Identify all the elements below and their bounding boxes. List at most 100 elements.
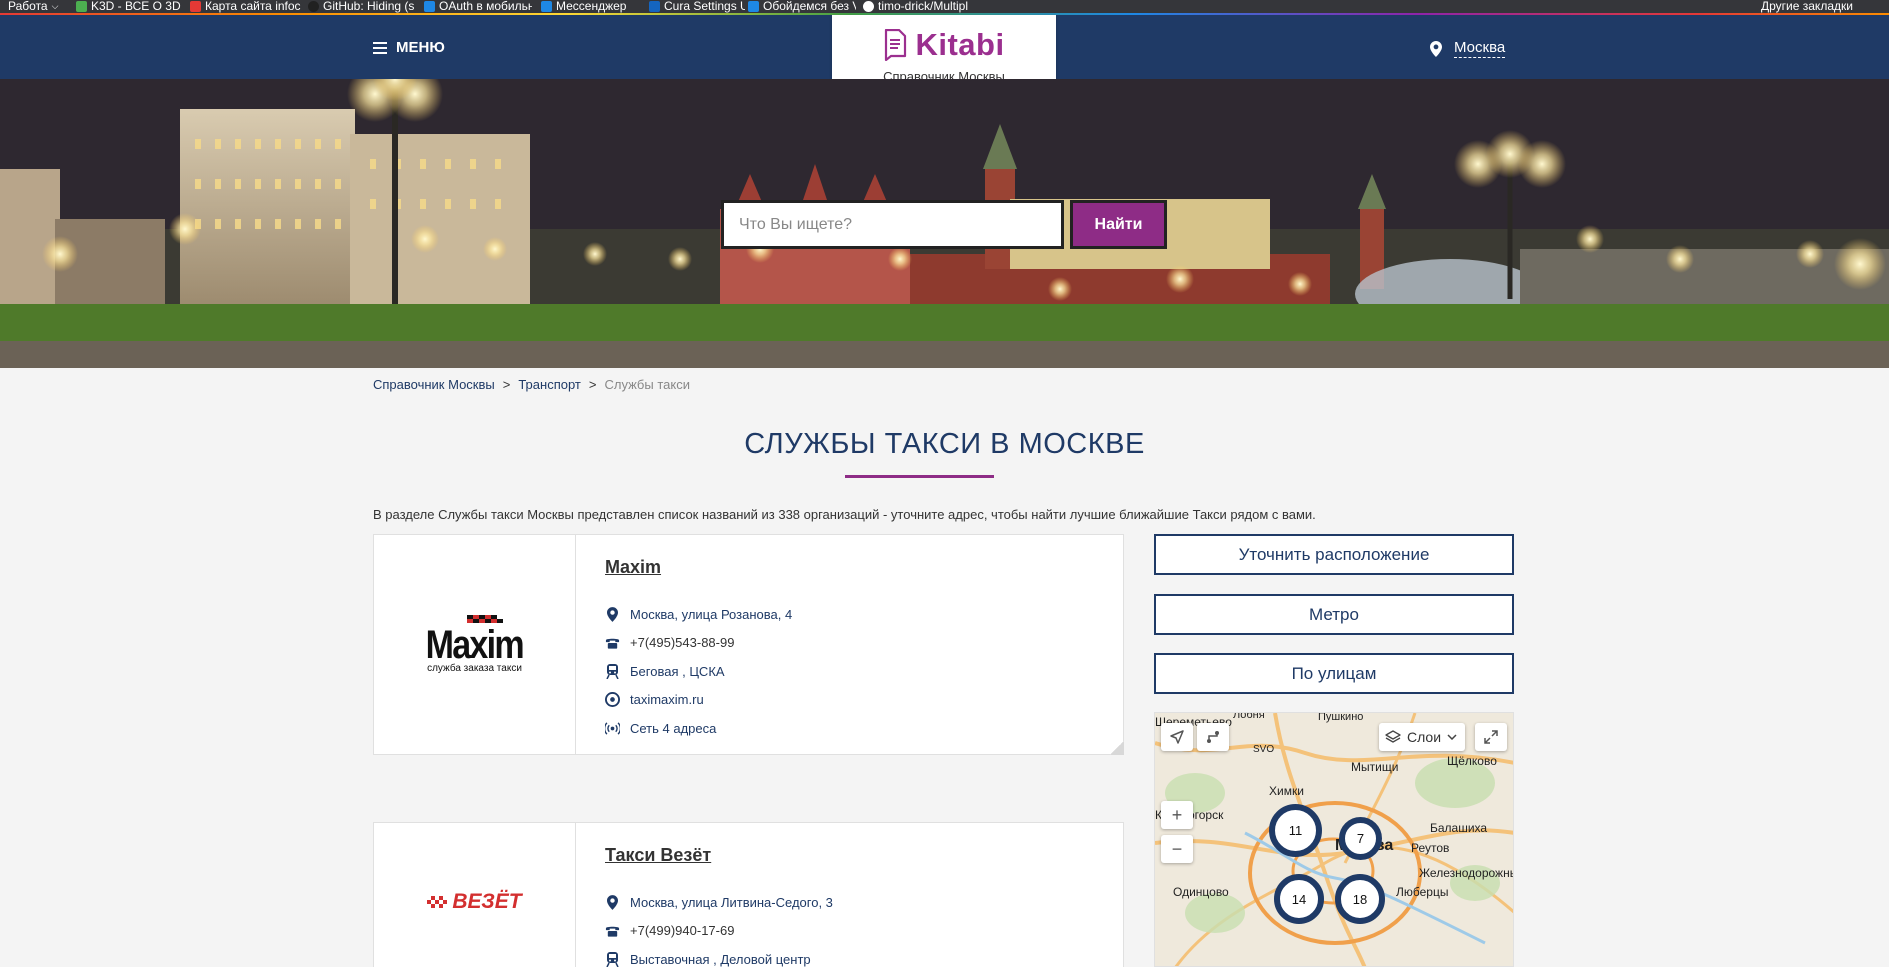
- map-cluster-marker[interactable]: 18: [1335, 874, 1385, 924]
- train-icon: [605, 663, 620, 679]
- map-cluster-marker[interactable]: 14: [1274, 874, 1324, 924]
- company-name-link[interactable]: Такси Везёт: [605, 845, 711, 866]
- metro-row: Выставочная , Деловой центр: [605, 945, 833, 967]
- logo-wordmark: Maxim: [425, 623, 525, 667]
- other-bookmarks[interactable]: Другие закладки: [1761, 0, 1886, 13]
- phone-row: +7(499)940-17-69: [605, 917, 833, 946]
- bookmark-label: timo-drick/Multipl: [878, 0, 969, 13]
- bookmark-label: Карта сайта infoc: [205, 0, 301, 13]
- breadcrumb: Справочник Москвы > Транспорт > Службы т…: [373, 377, 690, 392]
- other-bookmarks-label: Другие закладки: [1761, 0, 1853, 13]
- network-link[interactable]: Сеть 4 адреса: [630, 721, 716, 736]
- checker-pattern-icon: [427, 896, 448, 908]
- bookmark-favicon-icon: [76, 1, 87, 12]
- route-icon: [1207, 731, 1219, 743]
- bookmark-item[interactable]: K3D - ВСЕ О 3D П: [76, 0, 181, 13]
- search-input[interactable]: Что Вы ищете?: [721, 200, 1064, 249]
- geolocation-button[interactable]: [1161, 723, 1193, 751]
- address-text[interactable]: Москва, улица Розанова, 4: [630, 607, 792, 622]
- phone-text[interactable]: +7(499)940-17-69: [630, 923, 734, 938]
- zoom-out-button[interactable]: −: [1161, 835, 1193, 863]
- chevron-down-icon: ⌵: [51, 1, 59, 11]
- bookmark-label: K3D - ВСЕ О 3D П: [91, 0, 181, 13]
- card-corner-fold: [1110, 741, 1124, 755]
- breadcrumb-link-directory[interactable]: Справочник Москвы: [373, 377, 495, 392]
- map-label: Щёлково: [1447, 754, 1497, 768]
- menu-label: МЕНЮ: [396, 39, 445, 56]
- breadcrumb-separator: >: [502, 377, 511, 392]
- github-icon: [863, 1, 874, 12]
- metro-text[interactable]: Беговая , ЦСКА: [630, 664, 725, 679]
- broadcast-icon: [605, 722, 620, 735]
- breadcrumb-separator: >: [588, 377, 597, 392]
- bookmark-item[interactable]: OAuth в мобильн: [424, 0, 532, 13]
- map-cluster-marker[interactable]: 7: [1339, 817, 1382, 860]
- address-row: Москва, улица Розанова, 4: [605, 600, 792, 629]
- logo-wordmark: ВЕЗЁТ: [452, 890, 522, 913]
- location-pin-icon: [1430, 40, 1442, 57]
- bookmark-item[interactable]: timo-drick/Multipl: [863, 0, 971, 13]
- city-name: Москва: [1454, 39, 1506, 58]
- logo-text: Kitabi: [915, 27, 1005, 62]
- bookmark-item[interactable]: Обойдемся без V: [748, 0, 856, 13]
- menu-button[interactable]: МЕНЮ: [373, 39, 445, 56]
- bookmark-folder-work[interactable]: Работа ⌵: [8, 0, 70, 13]
- bookmark-favicon-icon: [424, 1, 435, 12]
- bookmark-label: OAuth в мобильн: [439, 0, 532, 13]
- bookmark-item[interactable]: Мессенджер: [541, 0, 641, 13]
- map-label: Железнодорожный: [1419, 866, 1513, 880]
- website-link[interactable]: taximaxim.ru: [630, 692, 704, 707]
- layers-dropdown[interactable]: Слои: [1379, 723, 1465, 751]
- phone-row: +7(495)543-88-99: [605, 629, 792, 658]
- bookmark-item[interactable]: Cura Settings Ultin: [649, 0, 745, 13]
- document-logo-icon: [885, 29, 907, 61]
- phone-icon: [605, 925, 620, 937]
- streets-button[interactable]: По улицам: [1154, 653, 1514, 694]
- website-row: taximaxim.ru: [605, 686, 792, 715]
- map-label: Люберцы: [1396, 885, 1449, 899]
- network-row: Сеть 4 адреса: [605, 714, 792, 743]
- hamburger-icon: [373, 41, 387, 54]
- bookmark-label: Мессенджер: [556, 0, 627, 13]
- metro-button[interactable]: Метро: [1154, 594, 1514, 635]
- metro-row: Беговая , ЦСКА: [605, 657, 792, 686]
- address-text[interactable]: Москва, улица Литвина-Седого, 3: [630, 895, 833, 910]
- map-label: Химки: [1269, 784, 1304, 798]
- map-widget[interactable]: Пушкино Лобня Шереметьево SVO Щёлково Мы…: [1154, 712, 1514, 967]
- metro-text[interactable]: Выставочная , Деловой центр: [630, 952, 811, 967]
- map-label: Одинцово: [1173, 885, 1229, 899]
- breadcrumb-link-transport[interactable]: Транспорт: [518, 377, 581, 392]
- intro-text: В разделе Службы такси Москвы представле…: [373, 507, 1316, 522]
- company-logo[interactable]: Maxim служба заказа такси: [374, 535, 576, 754]
- location-pin-icon: [605, 894, 620, 910]
- refine-location-button[interactable]: Уточнить расположение: [1154, 534, 1514, 575]
- fullscreen-button[interactable]: [1475, 723, 1507, 751]
- map-label: Лобня: [1233, 712, 1265, 721]
- search-button[interactable]: Найти: [1070, 200, 1167, 249]
- bookmark-item[interactable]: Карта сайта infoc: [190, 0, 308, 13]
- minus-icon: −: [1171, 838, 1183, 859]
- title-underline: [845, 475, 994, 478]
- hero-banner: Что Вы ищете? Найти: [0, 79, 1889, 368]
- company-logo[interactable]: ВЕЗЁТ: [374, 823, 576, 967]
- city-selector[interactable]: Москва: [1430, 39, 1506, 58]
- expand-icon: [1484, 730, 1498, 744]
- train-icon: [605, 951, 620, 967]
- bookmark-label: Работа: [8, 0, 48, 13]
- chrome-icon: [605, 692, 620, 708]
- bookmark-item[interactable]: GitHub: Hiding (se: [308, 0, 414, 13]
- github-icon: [308, 1, 319, 12]
- navigation-arrow-icon: [1170, 730, 1184, 744]
- company-name-link[interactable]: Maxim: [605, 557, 661, 578]
- plus-icon: +: [1171, 804, 1183, 825]
- bookmark-label: Обойдемся без V: [763, 0, 856, 13]
- route-button[interactable]: [1197, 723, 1229, 751]
- layers-label: Слои: [1407, 729, 1442, 745]
- bookmark-label: GitHub: Hiding (se: [323, 0, 414, 13]
- phone-text[interactable]: +7(495)543-88-99: [630, 635, 734, 650]
- breadcrumb-current: Службы такси: [604, 377, 690, 392]
- page-title: СЛУЖБЫ ТАКСИ В МОСКВЕ: [744, 428, 1145, 460]
- zoom-in-button[interactable]: +: [1161, 801, 1193, 829]
- map-label: Реутов: [1411, 841, 1450, 855]
- map-cluster-marker[interactable]: 11: [1269, 804, 1322, 857]
